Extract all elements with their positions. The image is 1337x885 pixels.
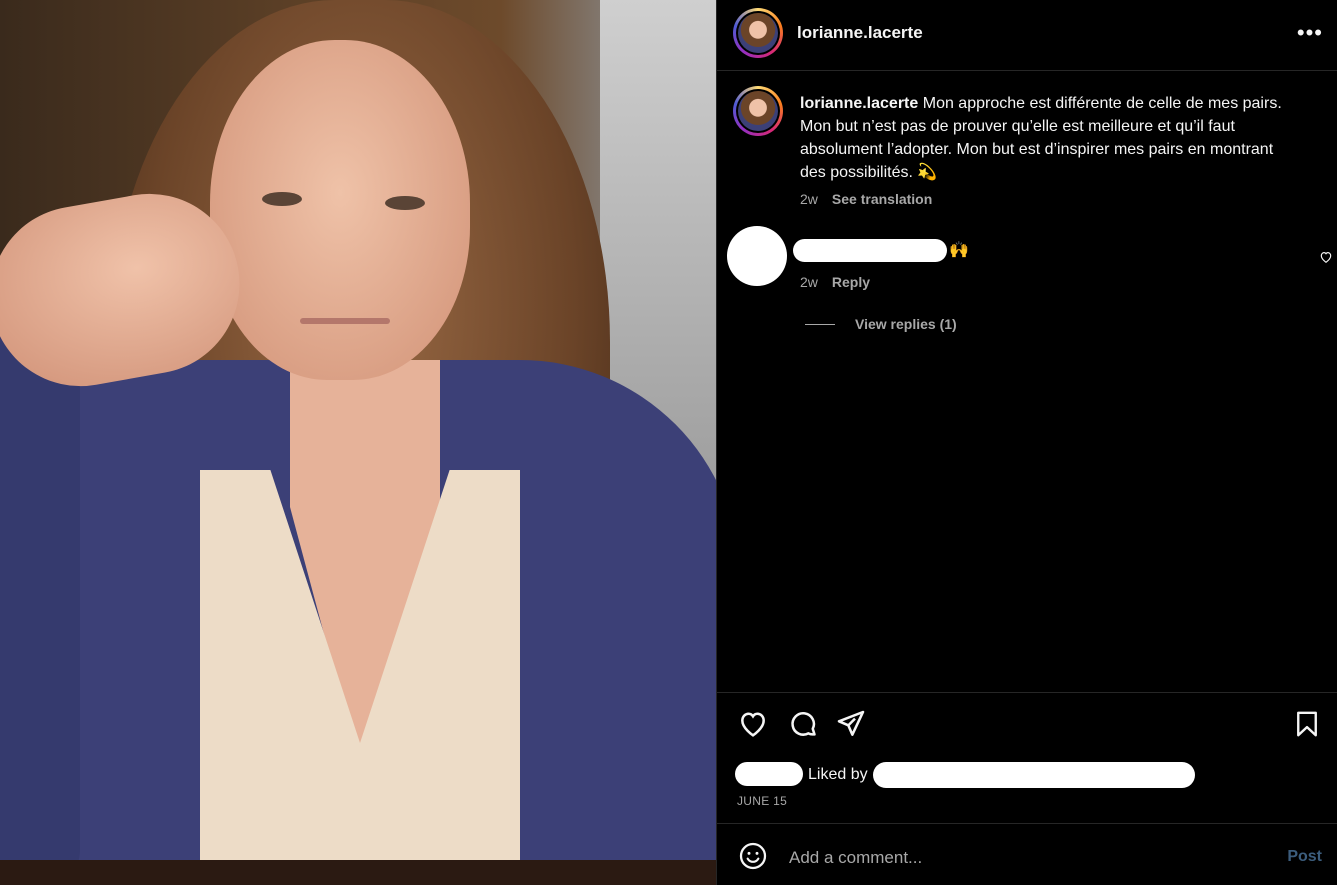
comment-icon[interactable] — [787, 708, 819, 745]
photo-eye-left — [262, 192, 302, 206]
caption-author-avatar[interactable] — [733, 86, 783, 136]
more-options-icon[interactable]: ••• — [1297, 20, 1323, 46]
post-side-panel: lorianne.lacerte ••• lorianne.lacerte Mo… — [716, 0, 1337, 885]
replies-line — [805, 323, 835, 325]
photo-face — [210, 40, 470, 380]
liker-names-redacted — [873, 762, 1195, 788]
reply-button[interactable]: Reply — [832, 274, 870, 290]
share-icon[interactable] — [835, 708, 867, 745]
comment-item: 🙌 2w Reply — [727, 226, 1332, 296]
see-translation-button[interactable]: See translation — [832, 191, 932, 207]
likes-summary: Liked by — [735, 760, 1325, 790]
view-replies-button[interactable]: View replies (1) — [805, 316, 957, 332]
comment-like-heart-icon[interactable] — [1319, 250, 1333, 269]
divider — [717, 692, 1337, 693]
post-actions — [737, 708, 1322, 742]
comment-meta: 2w Reply — [800, 274, 870, 290]
avatar-image — [738, 91, 778, 131]
view-replies-label: View replies (1) — [855, 316, 957, 332]
divider — [717, 70, 1337, 71]
photo-mouth — [300, 318, 390, 324]
liked-by-label[interactable]: Liked by — [808, 766, 868, 784]
comment-text: 🙌 — [949, 242, 969, 259]
caption-text-block: lorianne.lacerte Mon approche est différ… — [800, 92, 1300, 184]
post-photo[interactable] — [0, 0, 716, 885]
photo-table — [0, 860, 716, 885]
commenter-name-redacted — [793, 239, 947, 262]
liker-avatars-redacted — [735, 762, 803, 786]
post-comment-button[interactable]: Post — [1287, 848, 1322, 866]
post-date[interactable]: JUNE 15 — [737, 794, 787, 808]
photo-eye-right — [385, 196, 425, 210]
caption: lorianne.lacerte Mon approche est différ… — [733, 86, 1323, 207]
comment-input[interactable] — [787, 842, 1251, 874]
heart-icon[interactable] — [737, 708, 769, 745]
divider — [717, 823, 1337, 824]
author-avatar[interactable] — [733, 8, 783, 58]
bookmark-icon[interactable] — [1292, 708, 1322, 745]
caption-age[interactable]: 2w — [800, 191, 818, 207]
post-header: lorianne.lacerte ••• — [733, 8, 1323, 58]
author-username[interactable]: lorianne.lacerte — [797, 23, 923, 43]
caption-meta: 2w See translation — [800, 191, 932, 207]
comment-composer: Post — [737, 840, 1322, 874]
emoji-picker-icon[interactable] — [737, 840, 769, 877]
avatar-image — [738, 13, 778, 53]
commenter-avatar-redacted[interactable] — [727, 226, 787, 286]
caption-author[interactable]: lorianne.lacerte — [800, 95, 918, 112]
comment-age[interactable]: 2w — [800, 274, 818, 290]
